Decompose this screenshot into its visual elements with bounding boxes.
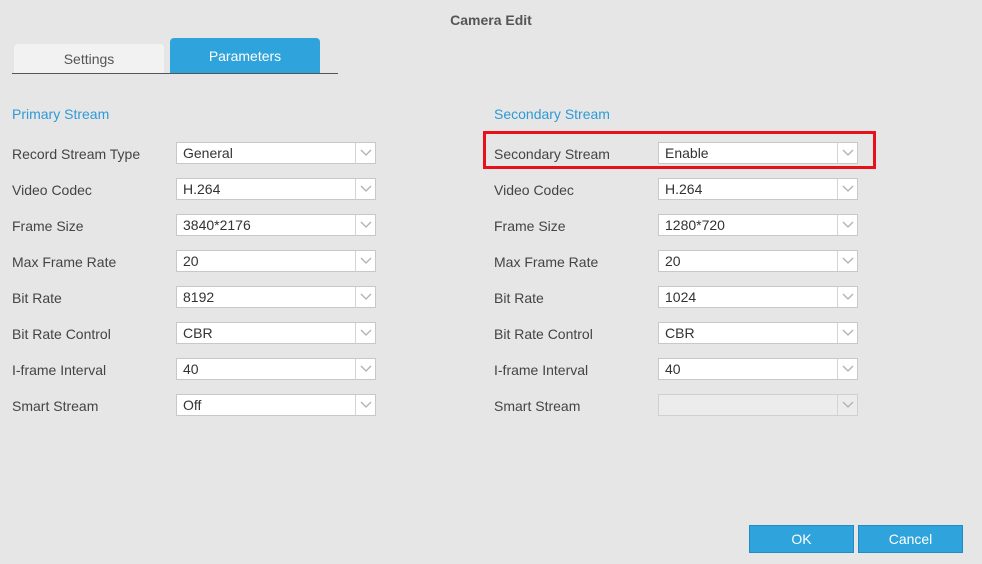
primary-row-bit-rate-control: Bit Rate Control CBR xyxy=(12,322,376,344)
secondary-value-max-frame-rate: 20 xyxy=(665,253,681,269)
secondary-select-bit-rate-control[interactable]: CBR xyxy=(658,322,858,344)
chevron-down-icon[interactable] xyxy=(837,287,857,307)
chevron-down-icon[interactable] xyxy=(355,179,375,199)
chevron-down-icon[interactable] xyxy=(355,359,375,379)
secondary-value-frame-size: 1280*720 xyxy=(665,217,725,233)
secondary-value-i-frame-interval: 40 xyxy=(665,361,681,377)
primary-label-max-frame-rate: Max Frame Rate xyxy=(12,254,117,270)
primary-row-record-stream-type: Record Stream Type General xyxy=(12,142,376,164)
primary-label-bit-rate-control: Bit Rate Control xyxy=(12,326,111,342)
chevron-down-icon[interactable] xyxy=(837,179,857,199)
primary-select-i-frame-interval[interactable]: 40 xyxy=(176,358,376,380)
primary-select-record-stream-type[interactable]: General xyxy=(176,142,376,164)
primary-value-smart-stream: Off xyxy=(183,397,202,413)
secondary-stream-highlight xyxy=(483,131,876,169)
primary-label-frame-size: Frame Size xyxy=(12,218,84,234)
secondary-row-i-frame-interval: I-frame Interval 40 xyxy=(494,358,858,380)
secondary-select-max-frame-rate[interactable]: 20 xyxy=(658,250,858,272)
primary-value-max-frame-rate: 20 xyxy=(183,253,199,269)
chevron-down-icon[interactable] xyxy=(837,395,857,415)
secondary-label-video-codec: Video Codec xyxy=(494,182,574,198)
tab-settings[interactable]: Settings xyxy=(14,44,164,73)
primary-row-video-codec: Video Codec H.264 xyxy=(12,178,376,200)
secondary-label-i-frame-interval: I-frame Interval xyxy=(494,362,589,378)
primary-select-video-codec[interactable]: H.264 xyxy=(176,178,376,200)
secondary-label-max-frame-rate: Max Frame Rate xyxy=(494,254,599,270)
dialog-title: Camera Edit xyxy=(450,12,532,28)
secondary-row-bit-rate-control: Bit Rate Control CBR xyxy=(494,322,858,344)
primary-select-smart-stream[interactable]: Off xyxy=(176,394,376,416)
secondary-stream-title: Secondary Stream xyxy=(494,106,610,122)
chevron-down-icon[interactable] xyxy=(837,323,857,343)
tab-bar: Settings Parameters xyxy=(12,38,338,74)
chevron-down-icon[interactable] xyxy=(355,395,375,415)
chevron-down-icon[interactable] xyxy=(837,359,857,379)
tab-parameters[interactable]: Parameters xyxy=(170,38,320,73)
secondary-row-video-codec: Video Codec H.264 xyxy=(494,178,858,200)
secondary-row-frame-size: Frame Size 1280*720 xyxy=(494,214,858,236)
secondary-value-bit-rate-control: CBR xyxy=(665,325,695,341)
secondary-row-max-frame-rate: Max Frame Rate 20 xyxy=(494,250,858,272)
tab-underline xyxy=(12,73,338,74)
secondary-select-bit-rate[interactable]: 1024 xyxy=(658,286,858,308)
secondary-label-frame-size: Frame Size xyxy=(494,218,566,234)
secondary-row-bit-rate: Bit Rate 1024 xyxy=(494,286,858,308)
primary-label-bit-rate: Bit Rate xyxy=(12,290,62,306)
secondary-value-bit-rate: 1024 xyxy=(665,289,697,305)
primary-stream-title: Primary Stream xyxy=(12,106,110,122)
secondary-select-smart-stream xyxy=(658,394,858,416)
primary-label-video-codec: Video Codec xyxy=(12,182,92,198)
primary-select-max-frame-rate[interactable]: 20 xyxy=(176,250,376,272)
primary-value-record-stream-type: General xyxy=(183,145,233,161)
chevron-down-icon[interactable] xyxy=(355,143,375,163)
secondary-label-bit-rate-control: Bit Rate Control xyxy=(494,326,593,342)
primary-value-bit-rate-control: CBR xyxy=(183,325,213,341)
chevron-down-icon[interactable] xyxy=(355,215,375,235)
primary-label-record-stream-type: Record Stream Type xyxy=(12,146,141,162)
primary-select-frame-size[interactable]: 3840*2176 xyxy=(176,214,376,236)
primary-select-bit-rate-control[interactable]: CBR xyxy=(176,322,376,344)
secondary-label-bit-rate: Bit Rate xyxy=(494,290,544,306)
primary-row-smart-stream: Smart Stream Off xyxy=(12,394,376,416)
primary-row-max-frame-rate: Max Frame Rate 20 xyxy=(12,250,376,272)
primary-label-i-frame-interval: I-frame Interval xyxy=(12,362,107,378)
primary-label-smart-stream: Smart Stream xyxy=(12,398,99,414)
chevron-down-icon[interactable] xyxy=(355,323,375,343)
cancel-button[interactable]: Cancel xyxy=(858,525,963,553)
primary-value-video-codec: H.264 xyxy=(183,181,221,197)
secondary-label-smart-stream: Smart Stream xyxy=(494,398,581,414)
primary-row-frame-size: Frame Size 3840*2176 xyxy=(12,214,376,236)
chevron-down-icon[interactable] xyxy=(355,287,375,307)
primary-value-bit-rate: 8192 xyxy=(183,289,215,305)
ok-button[interactable]: OK xyxy=(749,525,854,553)
secondary-select-frame-size[interactable]: 1280*720 xyxy=(658,214,858,236)
primary-row-bit-rate: Bit Rate 8192 xyxy=(12,286,376,308)
chevron-down-icon[interactable] xyxy=(837,215,857,235)
secondary-row-smart-stream: Smart Stream xyxy=(494,394,858,416)
chevron-down-icon[interactable] xyxy=(355,251,375,271)
primary-value-frame-size: 3840*2176 xyxy=(183,217,251,233)
chevron-down-icon[interactable] xyxy=(837,251,857,271)
primary-select-bit-rate[interactable]: 8192 xyxy=(176,286,376,308)
primary-value-i-frame-interval: 40 xyxy=(183,361,199,377)
secondary-value-video-codec: H.264 xyxy=(665,181,703,197)
secondary-select-video-codec[interactable]: H.264 xyxy=(658,178,858,200)
primary-row-i-frame-interval: I-frame Interval 40 xyxy=(12,358,376,380)
secondary-select-i-frame-interval[interactable]: 40 xyxy=(658,358,858,380)
